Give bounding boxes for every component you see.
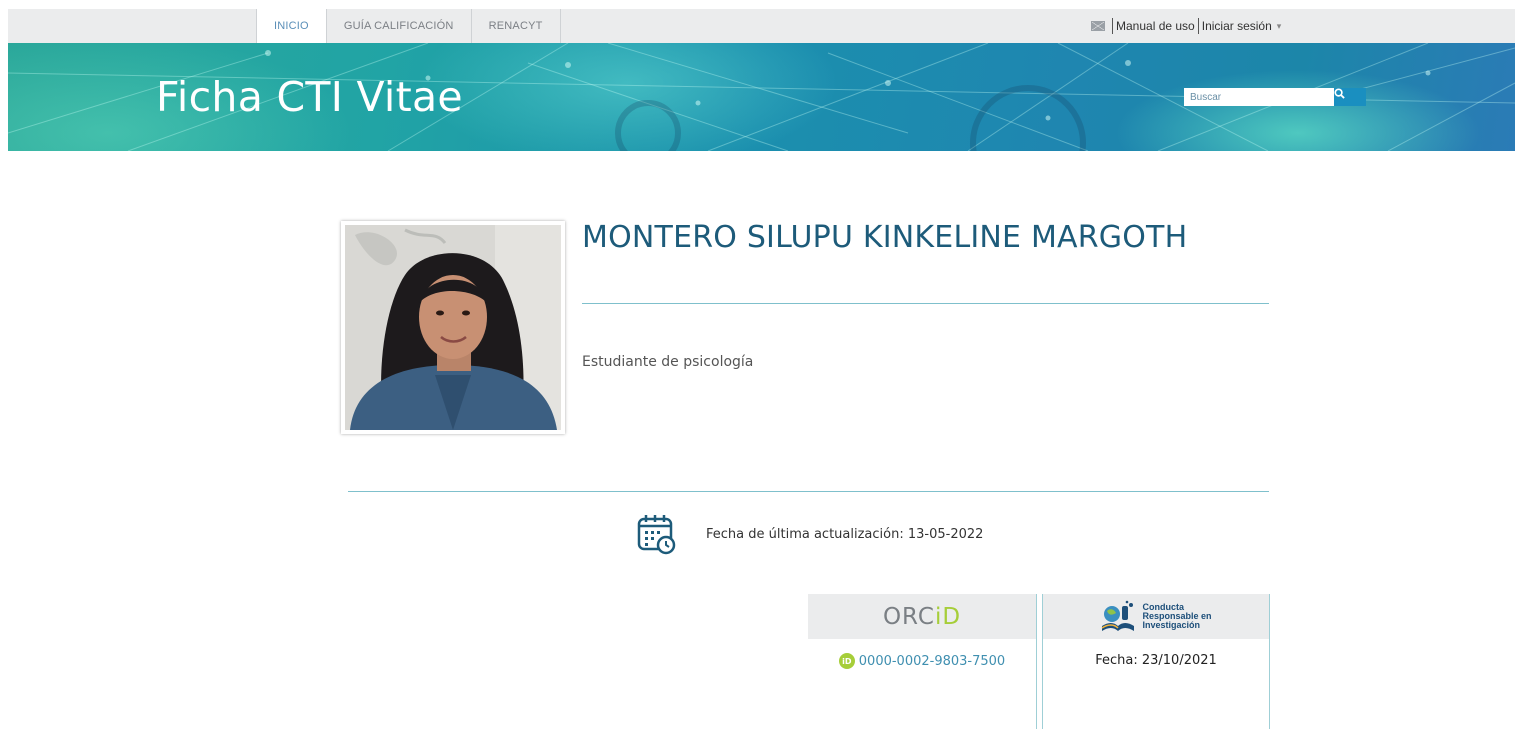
search-button[interactable] [1334,88,1366,106]
last-update-row: Fecha de última actualización: 13-05-202… [636,513,983,555]
researcher-name: MONTERO SILUPU KINKELINE MARGOTH [582,220,1188,255]
separator [1197,18,1199,34]
nav-tabs: INICIO GUÍA CALIFICACIÓN RENACYT [256,9,561,43]
search-icon [1334,88,1345,99]
orcid-id-link[interactable]: 0000-0002-9803-7500 [859,654,1005,669]
conducta-logo-line: Investigación [1142,620,1200,630]
envelope-icon[interactable] [1091,21,1105,31]
occupation-text: Estudiante de psicología [582,354,754,370]
header-banner: Ficha CTI Vitae [8,43,1515,151]
conducta-card: Conducta Responsable en Investigación Fe… [1042,594,1270,729]
nav-right-links: Manual de uso Iniciar sesión ▾ [1091,9,1281,43]
orcid-id-icon: iD [838,653,855,669]
conducta-card-header: Conducta Responsable en Investigación [1043,594,1269,639]
site-title[interactable]: Ficha CTI Vitae [156,73,463,121]
login-link[interactable]: Iniciar sesión [1202,19,1272,33]
profile-photo [341,221,565,434]
separator [1112,18,1113,34]
orcid-id-row: iD 0000-0002-9803-7500 [808,653,1036,669]
orcid-logo-prefix: ORC [882,603,935,630]
conducta-logo-text: Conducta Responsable en Investigación [1142,603,1211,630]
conducta-fecha: Fecha: 23/10/2021 [1095,653,1217,668]
search-input[interactable] [1184,88,1334,106]
tab-renacyt[interactable]: RENACYT [470,9,561,43]
last-update-text: Fecha de última actualización: 13-05-202… [706,526,984,542]
orcid-logo: ORCiD [883,604,961,630]
avatar [345,225,561,430]
tab-inicio[interactable]: INICIO [256,9,326,43]
orcid-logo-suffix: iD [934,603,962,630]
calendar-clock-icon [637,515,676,555]
top-navbar: INICIO GUÍA CALIFICACIÓN RENACYT Manual … [8,9,1515,43]
chevron-down-icon[interactable]: ▾ [1277,21,1282,32]
divider [348,491,1269,492]
orcid-card-header: ORCiD [808,594,1036,639]
divider [582,303,1269,304]
conducta-logo-icon [1102,600,1135,631]
manual-link[interactable]: Manual de uso [1116,19,1195,33]
tab-guia-calificacion[interactable]: GUÍA CALIFICACIÓN [325,9,471,43]
orcid-card: ORCiD iD 0000-0002-9803-7500 [808,594,1037,729]
